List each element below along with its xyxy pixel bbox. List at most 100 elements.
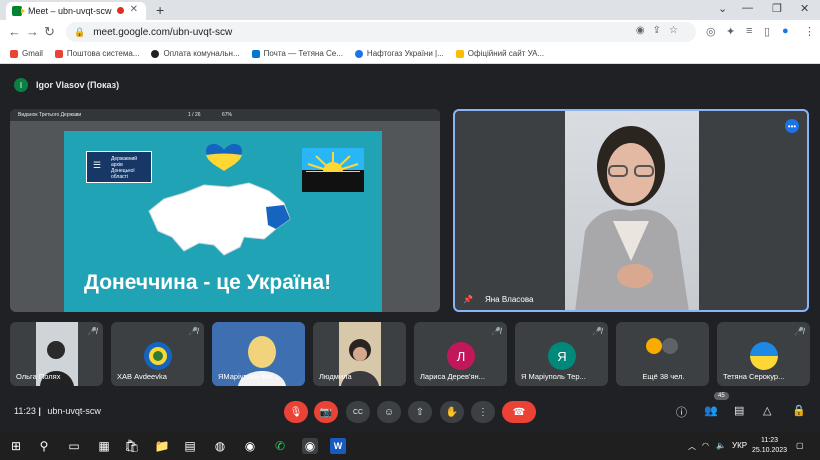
volume-icon[interactable]: 🔈 — [716, 441, 726, 450]
url-field[interactable]: 🔒 meet.google.com/ubn-uvqt-scw ◉⇪☆ — [66, 22, 696, 42]
pdf-toolbar: Виданок Третього Держави 1 / 26 67% — [10, 109, 440, 121]
chrome-icon[interactable]: ◉ — [242, 438, 258, 454]
slide-slogan: Донеччина - це Україна! — [84, 271, 332, 294]
menu-icon[interactable]: ⋮ — [804, 25, 815, 38]
leave-call-button[interactable]: ☎ — [502, 401, 536, 423]
more-options-button[interactable]: ⋮ — [471, 401, 495, 423]
main-speaker-tile[interactable]: ••• 📌 Яна Власова — [453, 109, 809, 312]
control-bar: 11:23 | ubn-uvqt-scw 🎙 📷 CC ☺ ⇧ ✋ ⋮ ☎ ⓘ … — [0, 392, 820, 432]
back-button[interactable]: ← — [8, 24, 21, 39]
host-controls-icon[interactable]: 🔒 — [792, 404, 806, 417]
browser-tab-strip: Meet – ubn-uvqt-scw ✕ + ⌄ — ❐ ✕ — [0, 0, 820, 20]
clock[interactable]: 11:23 25.10.2023 — [752, 436, 787, 456]
participant-tile[interactable]: Л 🎤̸ Лариса Дерев'ян... — [414, 322, 507, 386]
pdf-zoom: 67% — [222, 112, 233, 118]
windows-taskbar: ⊞ ⚲ ▭ ▦ 🛍 📁 ▤ ◍ ◉ ✆ ◉ W ︿ ◠ 🔈 УКР 11:23 … — [0, 432, 820, 460]
new-tab-button[interactable]: + — [156, 2, 164, 18]
camera-off-button[interactable]: 📷 — [314, 401, 338, 423]
profile-avatar[interactable]: ● — [782, 25, 789, 37]
speaker-name-label: 📌 Яна Власова — [463, 295, 533, 304]
start-icon[interactable]: ⊞ — [8, 438, 24, 454]
participant-mini-avatar — [662, 338, 678, 354]
tab-title: Meet – ubn-uvqt-scw — [28, 6, 112, 16]
info-icon[interactable]: ⓘ — [676, 404, 687, 420]
language-indicator[interactable]: УКР — [732, 441, 747, 450]
donetsk-flag-icon — [302, 148, 364, 192]
tab-meet[interactable]: Meet – ubn-uvqt-scw ✕ — [6, 2, 146, 20]
bookmark-gmail[interactable]: Gmail — [10, 49, 43, 58]
pdf-page-indicator: 1 / 26 — [188, 112, 201, 118]
bookmark-official-site[interactable]: Офіційний сайт УА... — [455, 49, 544, 58]
muted-mic-icon: 🎤̸ — [188, 327, 198, 336]
participant-tile[interactable]: 🎤̸ Тетяна Серокур... — [717, 322, 810, 386]
meet-stage: I Igor Vlasov (Показ) Виданок Третього Д… — [0, 64, 820, 432]
calculator-icon[interactable]: ▤ — [182, 438, 198, 454]
maximize-button[interactable]: ❐ — [772, 2, 782, 15]
participant-count-badge: 45 — [714, 392, 729, 400]
captions-button[interactable]: CC — [346, 401, 370, 423]
puzzle-icon[interactable]: ✦ — [726, 25, 735, 38]
meeting-info: 11:23 | ubn-uvqt-scw — [14, 406, 101, 416]
minimize-button[interactable]: — — [742, 2, 753, 14]
notifications-icon[interactable]: ▢ — [796, 441, 804, 450]
bookmark-naftogaz[interactable]: Нафтогаз України |... — [354, 49, 444, 58]
muted-mic-icon: 🎤̸ — [592, 327, 602, 336]
media-icon[interactable]: ≡ — [746, 25, 752, 37]
store-icon[interactable]: 🛍 — [124, 438, 140, 454]
chrome-active-icon[interactable]: ◉ — [302, 438, 318, 454]
bookmark-mail-system[interactable]: Поштова система... — [54, 49, 139, 58]
omnibox-icons[interactable]: ◉⇪☆ — [636, 25, 686, 36]
ukraine-heart-icon — [206, 144, 242, 171]
participant-tile[interactable]: ЯМаріуполь Киї... — [212, 322, 305, 386]
tray-chevron-icon[interactable]: ︿ — [688, 441, 696, 452]
muted-mic-icon: 🎤̸ — [87, 327, 97, 336]
widgets-icon[interactable]: ▦ — [96, 438, 112, 454]
chat-icon[interactable]: ▤ — [734, 404, 744, 417]
more-participants-tile[interactable]: Ещё 38 чел. — [616, 322, 709, 386]
more-options-icon[interactable]: ••• — [785, 119, 799, 133]
bookmark-outlook[interactable]: Почта — Тетяна Се... — [251, 49, 343, 58]
bookmarks-bar: Gmail Поштова система... Оплата комуналь… — [0, 44, 820, 64]
close-tab-icon[interactable]: ✕ — [130, 4, 138, 15]
activities-icon[interactable]: △ — [763, 404, 771, 417]
edge-icon[interactable]: ◍ — [212, 438, 228, 454]
screen-share-tile[interactable]: Виданок Третього Держави 1 / 26 67% Держ… — [10, 109, 440, 312]
bookmark-payment[interactable]: Оплата комунальн... — [151, 49, 240, 58]
reload-button[interactable]: ↻ — [44, 24, 55, 40]
payment-icon — [151, 49, 160, 58]
address-bar-row: ← → ↻ 🔒 meet.google.com/ubn-uvqt-scw ◉⇪☆… — [0, 20, 820, 44]
muted-mic-icon: 🎤̸ — [491, 327, 501, 336]
people-icon[interactable]: 👥 — [704, 404, 718, 417]
speaker-video — [565, 111, 699, 310]
presenter-avatar: I — [14, 78, 28, 92]
pin-icon[interactable]: 📌 — [463, 295, 473, 304]
speaker-figure — [575, 126, 689, 310]
archive-logo: Державний архів Донецької області — [86, 151, 152, 183]
forward-button[interactable]: → — [26, 24, 39, 39]
participant-tile[interactable]: 🎤̸ Ольга Полях — [10, 322, 103, 386]
mic-off-button[interactable]: 🎙 — [284, 401, 308, 423]
clock-date: 25.10.2023 — [752, 447, 788, 454]
tab-search-icon[interactable]: ⌄ — [718, 2, 727, 15]
muted-mic-icon: 🎤̸ — [794, 327, 804, 336]
task-view-icon[interactable]: ▭ — [66, 438, 82, 454]
reactions-button[interactable]: ☺ — [377, 401, 401, 423]
wifi-icon[interactable]: ◠ — [702, 441, 709, 450]
search-icon[interactable]: ⚲ — [36, 438, 52, 454]
participant-tile[interactable]: Людмила — [313, 322, 406, 386]
presentation-slide: Державний архів Донецької області Донечч — [64, 131, 382, 312]
participant-tile[interactable]: 🎤̸ ХАВ Avdeevka — [111, 322, 204, 386]
explorer-icon[interactable]: 📁 — [154, 438, 170, 454]
raise-hand-button[interactable]: ✋ — [440, 401, 464, 423]
participant-initial-avatar: Я — [548, 342, 576, 370]
word-icon[interactable]: W — [330, 438, 346, 454]
extension-icon[interactable]: ◎ — [706, 25, 716, 38]
coat-of-arms-avatar — [144, 342, 172, 370]
whatsapp-icon[interactable]: ✆ — [272, 438, 288, 454]
presenter-name: Igor Vlasov (Показ) — [36, 80, 120, 90]
sidepanel-icon[interactable]: ▯ — [764, 25, 770, 38]
participant-tile[interactable]: Я 🎤̸ Я Маріуполь Тер... — [515, 322, 608, 386]
present-button[interactable]: ⇧ — [408, 401, 432, 423]
close-window-button[interactable]: ✕ — [800, 2, 809, 15]
participant-initial-avatar: Л — [447, 342, 475, 370]
